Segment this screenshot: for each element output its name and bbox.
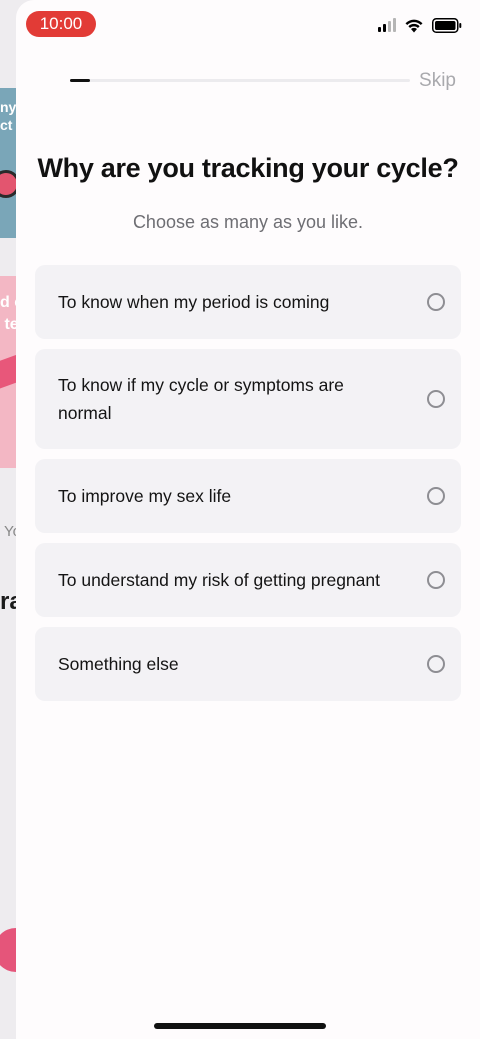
radio-unchecked-icon[interactable]	[427, 487, 445, 505]
option-label: To improve my sex life	[58, 486, 232, 506]
status-icons	[378, 17, 462, 33]
status-time: 10:00	[26, 11, 96, 37]
onboarding-sheet: Skip Why are you tracking your cycle? Ch…	[16, 0, 480, 1039]
option-item[interactable]: To understand my risk of getting pregnan…	[35, 543, 461, 617]
option-list: To know when my period is coming To know…	[35, 265, 461, 711]
radio-unchecked-icon[interactable]	[427, 571, 445, 589]
battery-icon	[432, 17, 462, 33]
skip-button[interactable]: Skip	[419, 70, 456, 92]
progress-fill	[70, 79, 91, 82]
option-label: To understand my risk of getting pregnan…	[58, 570, 380, 590]
page-title: Why are you tracking your cycle?	[37, 153, 459, 183]
page-subtitle: Choose as many as you like.	[132, 212, 364, 232]
background-card-blue-text: ny ct	[0, 99, 17, 133]
option-item[interactable]: To improve my sex life	[35, 459, 461, 533]
option-item[interactable]: To know when my period is coming	[35, 265, 461, 339]
wifi-icon	[405, 19, 423, 32]
progress-bar	[70, 79, 410, 82]
option-label: To know if my cycle or symptoms are norm…	[58, 375, 344, 423]
radio-unchecked-icon[interactable]	[427, 293, 445, 311]
radio-unchecked-icon[interactable]	[427, 655, 445, 673]
option-label: Something else	[58, 654, 179, 674]
signal-icon	[378, 18, 396, 32]
option-item[interactable]: To know if my cycle or symptoms are norm…	[35, 349, 461, 449]
app-screen: ny ct d c te Yo ra 10:00	[0, 0, 480, 1039]
home-indicator[interactable]	[154, 1023, 326, 1029]
radio-unchecked-icon[interactable]	[427, 390, 445, 408]
option-item[interactable]: Something else	[35, 627, 461, 701]
option-label: To know when my period is coming	[58, 292, 330, 312]
